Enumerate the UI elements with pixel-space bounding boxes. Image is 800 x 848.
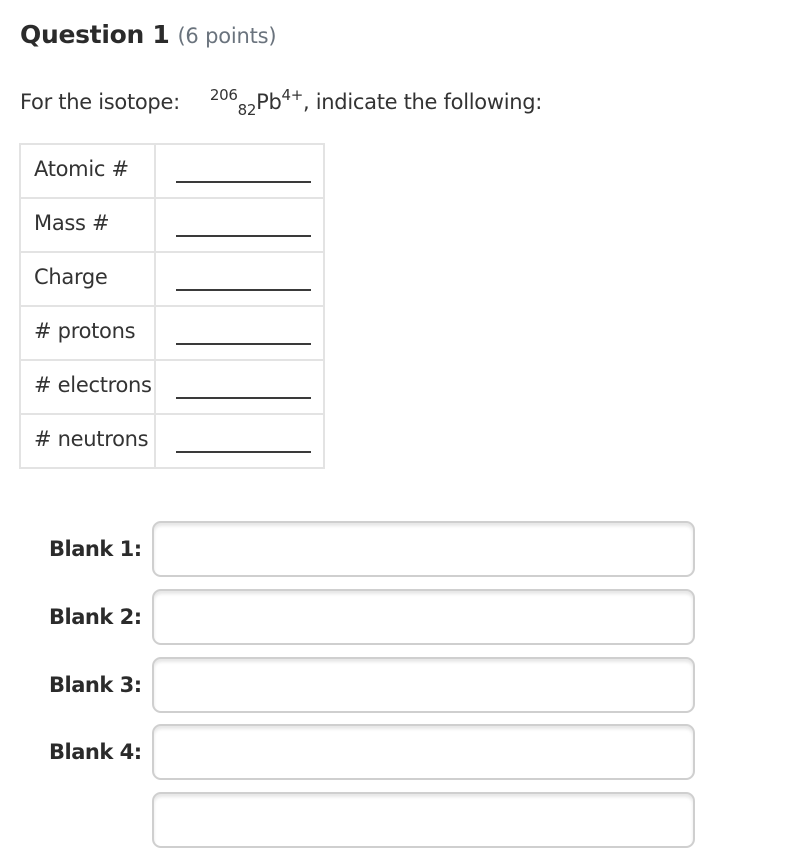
answer-blank-line [176,235,311,237]
answer-blank-line [176,181,311,183]
row-label: # neutrons [21,415,154,467]
answer-cell [156,361,323,413]
question-points: (6 points) [177,24,277,48]
row-label: # electrons [21,361,154,413]
row-label: Atomic # [21,145,154,197]
element-symbol: Pb [256,90,282,114]
table-row: Atomic # [21,145,323,197]
prompt-trail: , indicate the following: [303,90,543,114]
answer-cell [156,307,323,359]
blank-3-label: Blank 3: [49,673,142,697]
blank-1-input[interactable] [152,521,695,577]
row-label: Charge [21,253,154,305]
answer-cell [156,415,323,467]
prompt-lead: For the isotope: [20,90,180,114]
blank-4-input[interactable] [152,724,695,780]
blank-2-input[interactable] [152,589,695,645]
isotope-table: Atomic # Mass # Charge # protons # elect… [19,143,325,469]
table-row: # electrons [21,361,323,413]
answer-blank-line [176,451,311,453]
question-title: Question 1 [20,20,170,49]
blank-4-row: Blank 4: [0,724,800,780]
blank-5-input[interactable] [152,792,695,848]
question-prompt: For the isotope: 20682Pb4+, indicate the … [20,84,542,122]
table-row: Charge [21,253,323,305]
ion-charge: 4+ [281,86,304,104]
table-row: # neutrons [21,415,323,467]
blank-3-input[interactable] [152,657,695,713]
blank-2-row: Blank 2: [0,589,800,645]
atomic-number: 82 [237,101,257,119]
blank-3-row: Blank 3: [0,657,800,713]
blank-2-label: Blank 2: [49,605,142,629]
answer-blank-line [176,397,311,399]
answer-cell [156,199,323,251]
mass-number: 206 [209,86,238,104]
answer-cell [156,253,323,305]
row-label: # protons [21,307,154,359]
table-row: Mass # [21,199,323,251]
blank-1-row: Blank 1: [0,521,800,577]
table-row: # protons [21,307,323,359]
blank-1-label: Blank 1: [49,537,142,561]
answer-blank-line [176,289,311,291]
blank-5-row: Blank 5: [0,792,800,848]
answer-blank-line [176,343,311,345]
row-label: Mass # [21,199,154,251]
answer-cell [156,145,323,197]
blank-4-label: Blank 4: [49,740,142,764]
question-header: Question 1 (6 points) [20,17,277,54]
